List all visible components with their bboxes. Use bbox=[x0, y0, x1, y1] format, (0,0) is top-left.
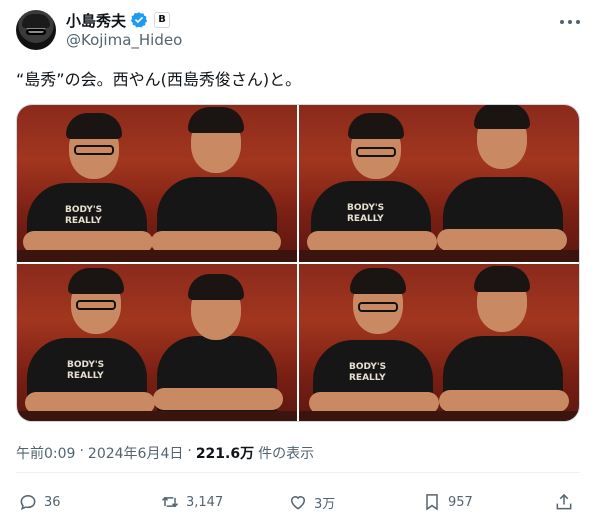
share-button[interactable] bbox=[554, 486, 574, 518]
shirt-print: BODY'S REALLY bbox=[347, 203, 385, 224]
bookmark-icon bbox=[426, 494, 438, 511]
shirt-print: BODY'S REALLY bbox=[349, 362, 387, 383]
reply-button[interactable]: 36 bbox=[18, 486, 61, 518]
photo-grid: BODY'S REALLY BODY'S REALLY BODY'S REALL… bbox=[16, 104, 580, 422]
repost-icon bbox=[161, 496, 179, 508]
share-icon bbox=[556, 493, 572, 510]
bookmark-button[interactable]: 957 bbox=[422, 486, 473, 518]
shirt-print: BODY'S REALLY bbox=[65, 205, 103, 226]
views-label: 件の表示 bbox=[258, 446, 315, 462]
tweet-post: 小島秀夫 B @Kojima_Hideo “島秀”の会。西やん(西島秀俊さん)と… bbox=[0, 0, 596, 525]
tweet-date[interactable]: 2024年6月4日 bbox=[88, 443, 183, 463]
action-bar: 36 3,147 3万 957 bbox=[16, 486, 580, 518]
more-dot bbox=[576, 20, 580, 24]
reply-count: 36 bbox=[44, 494, 61, 510]
photo-1[interactable]: BODY'S REALLY bbox=[17, 105, 297, 262]
tweet-meta: 午前0:09 · 2024年6月4日 · 221.6万 件の表示 bbox=[16, 443, 314, 463]
author-handle[interactable]: @Kojima_Hideo bbox=[66, 31, 182, 49]
avatar-cap bbox=[22, 14, 50, 28]
display-name[interactable]: 小島秀夫 bbox=[66, 10, 126, 31]
photo-2[interactable]: BODY'S REALLY bbox=[299, 105, 579, 262]
bookmark-count: 957 bbox=[448, 494, 473, 510]
avatar[interactable] bbox=[16, 10, 56, 50]
shirt-print: BODY'S REALLY bbox=[67, 360, 105, 381]
photo-4[interactable]: BODY'S REALLY bbox=[299, 264, 579, 421]
repost-button[interactable]: 3,147 bbox=[160, 486, 223, 518]
heart-icon bbox=[290, 496, 306, 510]
verified-badge-icon bbox=[130, 12, 148, 28]
reply-icon bbox=[20, 494, 36, 511]
affiliate-badge-icon[interactable]: B bbox=[154, 12, 171, 28]
more-icon[interactable] bbox=[560, 12, 580, 32]
author-name-row: 小島秀夫 B bbox=[66, 10, 171, 31]
photo-3[interactable]: BODY'S REALLY bbox=[17, 264, 297, 421]
views-count: 221.6万 bbox=[195, 446, 255, 462]
avatar-glasses bbox=[26, 29, 46, 35]
divider bbox=[16, 472, 580, 473]
tweet-text: “島秀”の会。西やん(西島秀俊さん)と。 bbox=[16, 70, 302, 89]
repost-count: 3,147 bbox=[186, 494, 224, 510]
like-button[interactable]: 3万 bbox=[288, 486, 335, 518]
more-dot bbox=[560, 20, 564, 24]
like-count: 3万 bbox=[314, 496, 336, 512]
tweet-time[interactable]: 午前0:09 bbox=[16, 443, 75, 463]
more-dot bbox=[568, 20, 572, 24]
meta-separator: · bbox=[187, 443, 192, 459]
meta-separator: · bbox=[79, 443, 84, 459]
